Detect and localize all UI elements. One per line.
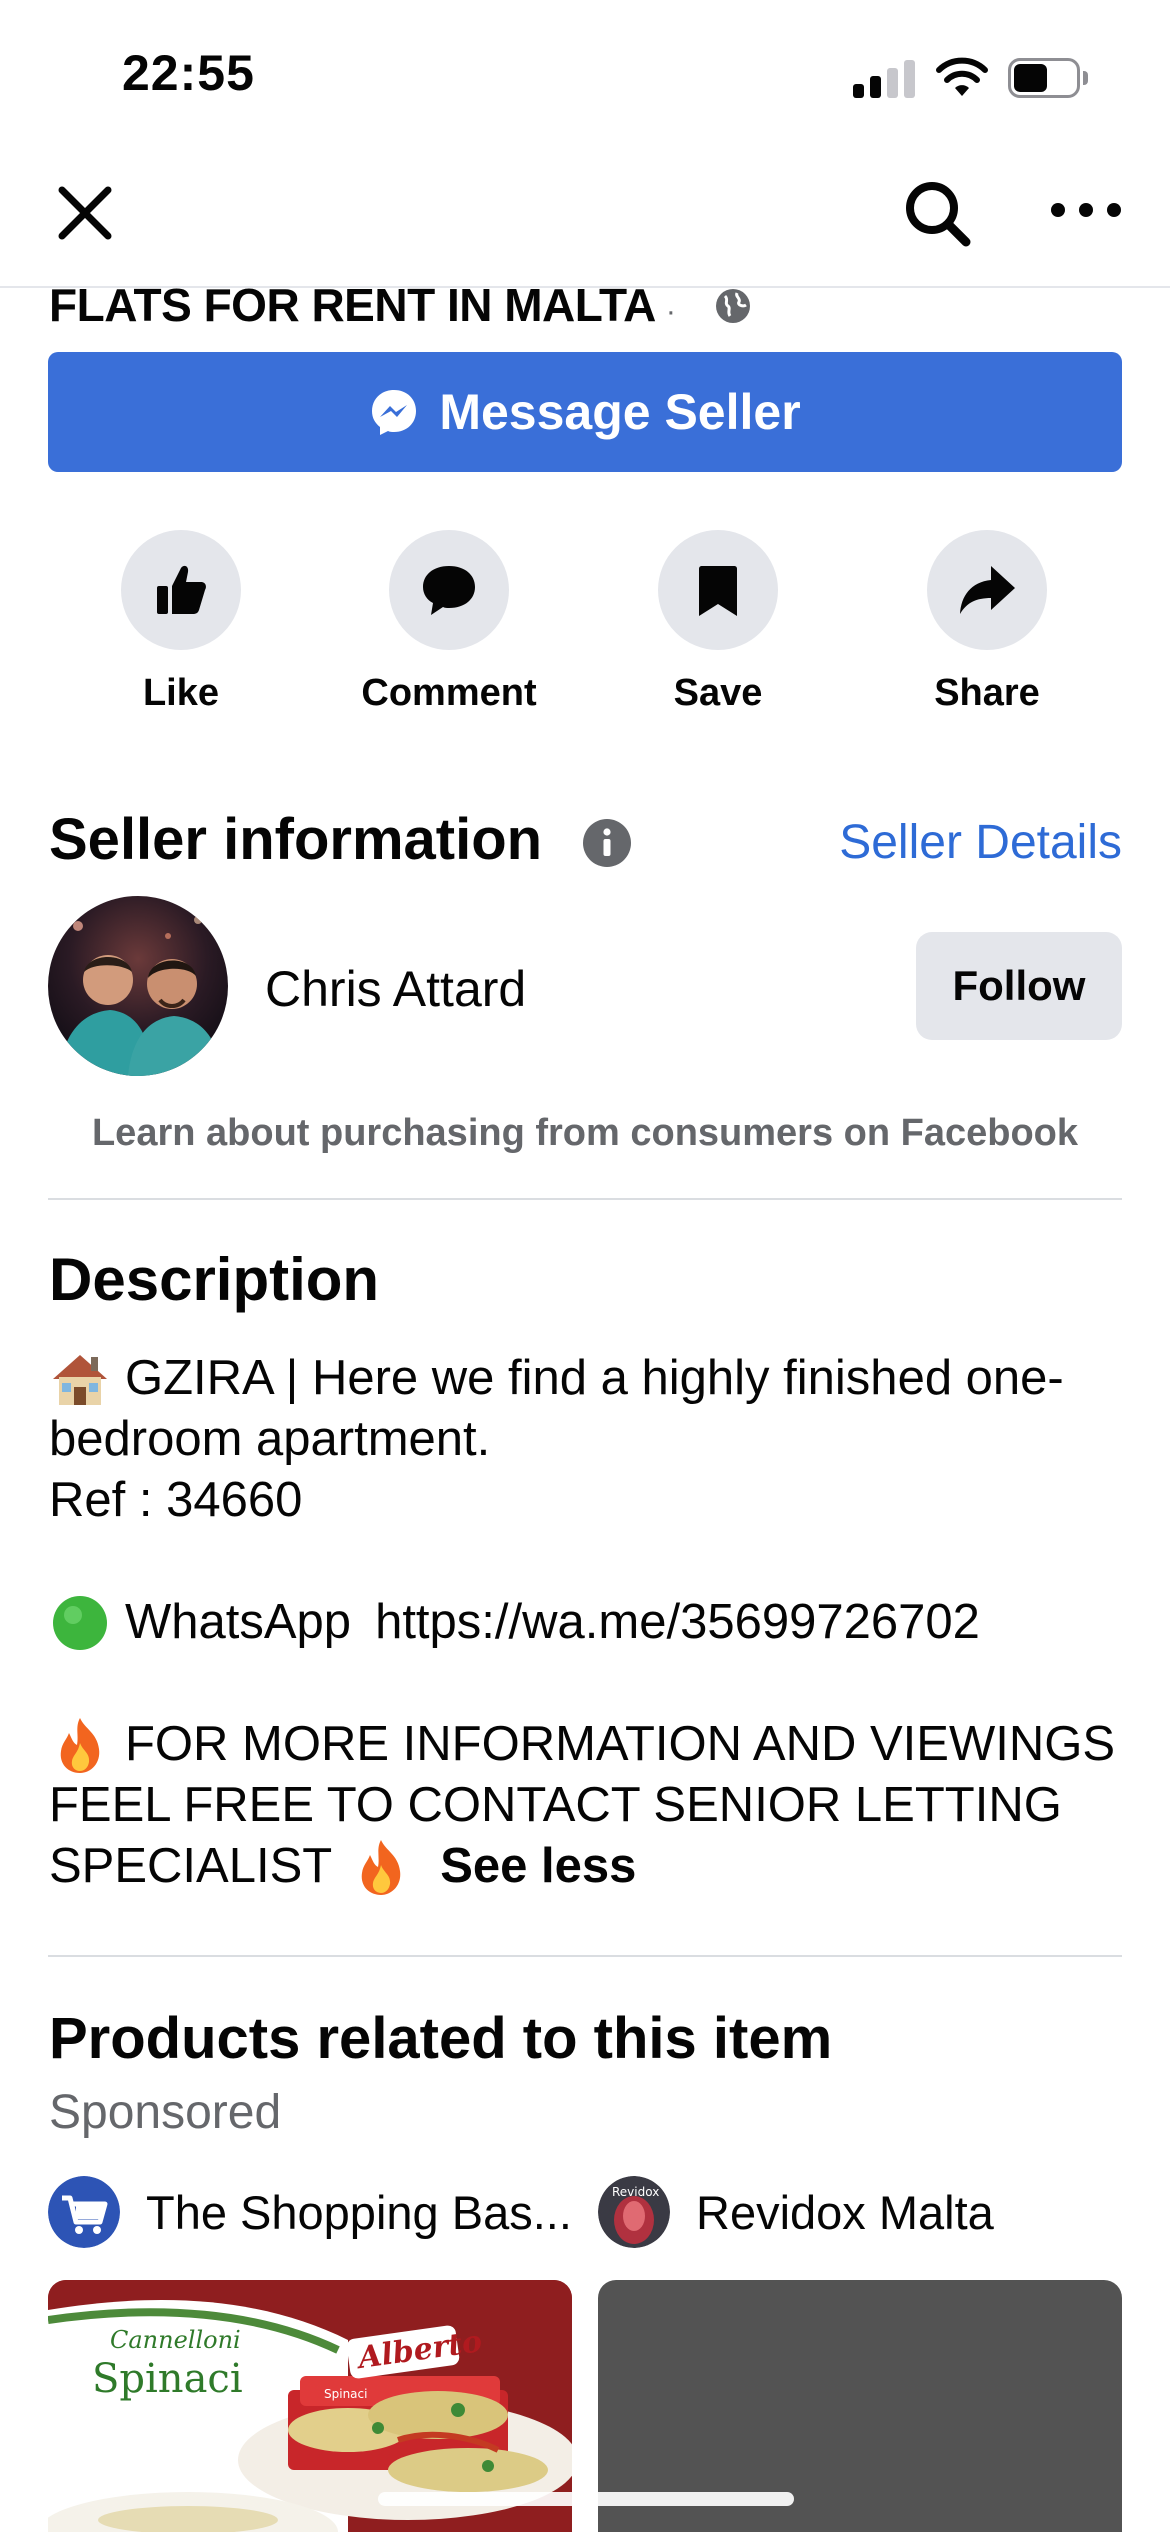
- spinaci-title: Spinaci: [92, 2356, 243, 2402]
- fire-icon: [60, 1717, 100, 1773]
- comment-icon: [423, 566, 475, 615]
- cannelloni-script: Cannelloni: [110, 2326, 241, 2354]
- share-circle: [927, 530, 1047, 650]
- save-circle: [658, 530, 778, 650]
- message-seller-label: Message Seller: [439, 384, 801, 440]
- messenger-icon: [372, 390, 417, 435]
- learn-purchasing-link[interactable]: Learn about purchasing from consumers on…: [0, 1112, 1170, 1155]
- like-label: Like: [142, 672, 220, 714]
- seller-avatar[interactable]: [48, 896, 228, 1076]
- advertiser-name: The Shopping Bas...: [146, 2185, 572, 2239]
- divider: [48, 1955, 1122, 1957]
- description-ref: Ref : 34660: [49, 1473, 303, 1527]
- info-line-1: FOR MORE INFORMATION AND VIEWINGS: [125, 1717, 1116, 1771]
- description-heading: Description: [49, 1246, 380, 1313]
- bookmark-icon: [699, 566, 737, 616]
- info-line-3: SPECIALIST: [49, 1839, 333, 1893]
- green-circle-icon: [53, 1595, 107, 1650]
- description-body: GZIRA | Here we find a highly finished o…: [49, 1348, 1129, 1897]
- advertiser-logo: Revidox: [598, 2176, 670, 2248]
- comment-circle: [389, 530, 509, 650]
- save-button[interactable]: Save: [598, 530, 838, 715]
- wifi-icon: [936, 57, 988, 96]
- status-time: 22:55: [122, 45, 255, 101]
- house-icon: [53, 1354, 107, 1405]
- products-heading: Products related to this item: [49, 2006, 833, 2071]
- advertiser-shopping-basket[interactable]: The Shopping Bas...: [48, 2176, 572, 2248]
- save-label: Save: [673, 672, 763, 714]
- advertiser-logo: [48, 2176, 120, 2248]
- like-button[interactable]: Like: [61, 530, 301, 715]
- top-nav: [0, 150, 1170, 288]
- close-icon[interactable]: [50, 178, 120, 248]
- group-title-text: FLATS FOR RENT IN MALTA: [49, 279, 656, 331]
- home-indicator: [378, 2492, 794, 2506]
- advertiser-revidox[interactable]: Revidox Revidox Malta: [598, 2176, 994, 2248]
- shopping-cart-icon: [48, 2176, 120, 2248]
- battery-icon: [1008, 58, 1088, 98]
- battery-fill: [1014, 64, 1047, 92]
- comment-label: Comment: [361, 672, 537, 714]
- share-button[interactable]: Share: [867, 530, 1107, 715]
- advertiser-name: Revidox Malta: [696, 2185, 994, 2239]
- see-less-link[interactable]: See less: [440, 1836, 636, 1897]
- description-line-2: bedroom apartment.: [49, 1412, 491, 1466]
- revidox-logo-text: Revidox: [612, 2185, 659, 2199]
- group-title[interactable]: FLATS FOR RENT IN MALTA ·: [49, 278, 683, 332]
- seller-details-link[interactable]: Seller Details: [839, 815, 1122, 870]
- seller-info-heading: Seller information: [49, 807, 543, 872]
- share-label: Share: [934, 672, 1040, 714]
- whatsapp-label: WhatsApp: [125, 1595, 352, 1649]
- globe-icon: [716, 289, 750, 323]
- seller-name[interactable]: Chris Attard: [265, 960, 526, 1018]
- follow-button[interactable]: Follow: [916, 932, 1122, 1040]
- whatsapp-link[interactable]: https://wa.me/35699726702: [375, 1592, 980, 1653]
- comment-button[interactable]: Comment: [329, 530, 569, 715]
- cellular-signal-icon: [853, 58, 915, 98]
- thumbs-up-icon: [157, 565, 206, 614]
- search-icon[interactable]: [900, 176, 976, 252]
- divider: [48, 1198, 1122, 1200]
- sponsored-label: Sponsored: [49, 2086, 282, 2139]
- action-bar: Like Comment Save Share: [0, 530, 1170, 720]
- info-line-2: FEEL FREE TO CONTACT SENIOR LETTING: [49, 1778, 1062, 1832]
- status-bar: 22:55: [0, 0, 1170, 150]
- more-icon[interactable]: [1048, 190, 1124, 230]
- fire-icon: [361, 1839, 401, 1895]
- like-circle: [121, 530, 241, 650]
- share-icon: [960, 566, 1015, 614]
- pack-label: Spinaci: [324, 2387, 367, 2401]
- message-seller-button[interactable]: Message Seller: [48, 352, 1122, 472]
- description-line-1: GZIRA | Here we find a highly finished o…: [125, 1351, 1064, 1405]
- separator-dot: ·: [665, 295, 676, 328]
- info-icon[interactable]: [582, 818, 632, 868]
